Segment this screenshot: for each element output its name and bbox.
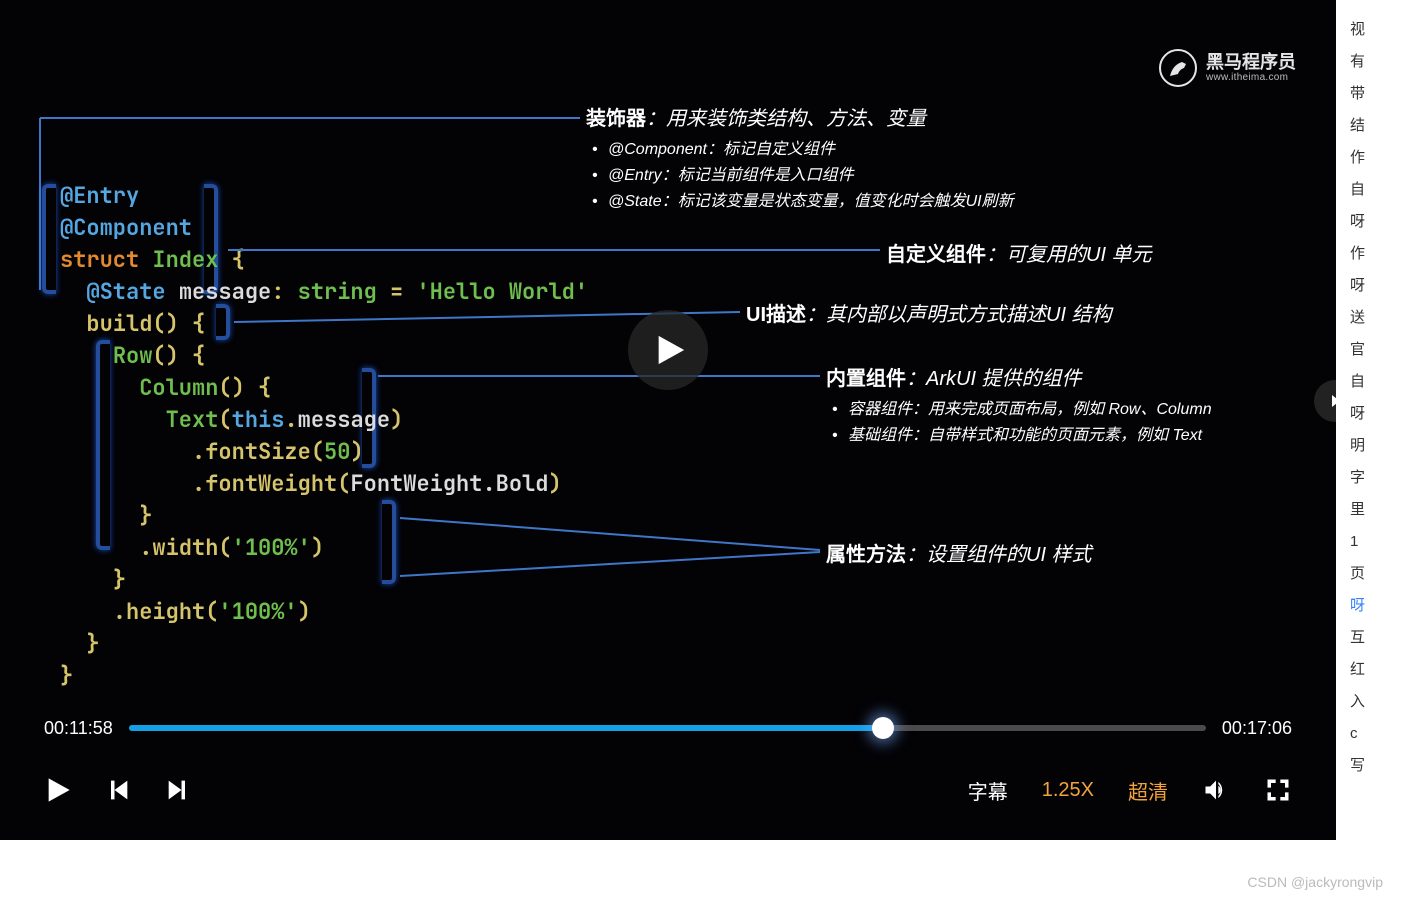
side-text-fragment: 红	[1350, 654, 1413, 686]
volume-button[interactable]	[1202, 776, 1230, 804]
side-text-fragment: 有	[1350, 46, 1413, 78]
skip-prev-icon	[104, 776, 132, 804]
fullscreen-button[interactable]	[1264, 776, 1292, 804]
side-text-fragment: 字	[1350, 462, 1413, 494]
player-controls: 00:11:58 00:17:06	[0, 700, 1336, 840]
side-text-fragment: 明	[1350, 430, 1413, 462]
side-text-fragment: 呀	[1350, 270, 1413, 302]
speed-button[interactable]: 1.25X	[1042, 779, 1094, 802]
brand-logo: 黑马程序员 www.itheima.com	[1158, 48, 1296, 88]
side-text-fragment: 呀	[1350, 398, 1413, 430]
anno-custom: 自定义组件：可复用的UI 单元	[886, 238, 1152, 267]
side-text-fragment: 呀	[1350, 590, 1413, 622]
side-text-fragment: 里	[1350, 494, 1413, 526]
anno-decorator: 装饰器：用来装饰类结构、方法、变量 @Component：标记自定义组件 @En…	[586, 102, 1014, 215]
side-text-fragment: 官	[1350, 334, 1413, 366]
side-text-fragment: 带	[1350, 78, 1413, 110]
logo-en: www.itheima.com	[1206, 72, 1296, 83]
watermark: CSDN @jackyrongvip	[1247, 874, 1383, 890]
bracket-decorators	[42, 184, 56, 294]
side-text-fragment: 入	[1350, 686, 1413, 718]
side-text-fragment: 自	[1350, 366, 1413, 398]
quality-button[interactable]: 超清	[1128, 776, 1168, 805]
play-icon	[653, 333, 687, 367]
progress-knob[interactable]	[872, 717, 894, 739]
side-panel-peek: 视有带结作自呀作呀送官自呀明字里1页呀互红入c写	[1336, 0, 1413, 898]
anno-uidesc: UI描述：其内部以声明式方式描述UI 结构	[746, 298, 1112, 327]
side-text-fragment: 结	[1350, 110, 1413, 142]
side-text-fragment: 页	[1350, 558, 1413, 590]
play-icon	[44, 776, 72, 804]
side-text-fragment: 写	[1350, 750, 1413, 782]
center-play-button[interactable]	[628, 310, 708, 390]
logo-cn: 黑马程序员	[1206, 53, 1296, 73]
side-text-fragment: 呀	[1350, 206, 1413, 238]
play-button[interactable]	[44, 776, 72, 804]
time-current: 00:11:58	[44, 718, 113, 739]
skip-next-icon	[164, 776, 192, 804]
side-text-fragment: 1	[1350, 526, 1413, 558]
code-block: @Entry @Component struct Index { @State …	[60, 180, 588, 692]
time-total: 00:17:06	[1222, 718, 1292, 739]
side-text-fragment: 作	[1350, 142, 1413, 174]
side-text-fragment: 视	[1350, 14, 1413, 46]
fullscreen-icon	[1264, 776, 1292, 804]
side-text-fragment: c	[1350, 718, 1413, 750]
side-text-fragment: 送	[1350, 302, 1413, 334]
next-button[interactable]	[164, 776, 192, 804]
horse-icon	[1158, 48, 1198, 88]
prev-button[interactable]	[104, 776, 132, 804]
video-frame: 黑马程序员 www.itheima.com @Entry @Component …	[0, 0, 1336, 700]
volume-icon	[1202, 776, 1230, 804]
side-text-fragment: 互	[1350, 622, 1413, 654]
side-text-fragment: 作	[1350, 238, 1413, 270]
anno-attr: 属性方法：设置组件的UI 样式	[826, 538, 1092, 567]
anno-builtin: 内置组件：ArkUI 提供的组件 容器组件：用来完成页面布局，例如 Row、Co…	[826, 362, 1212, 449]
progress-fill	[129, 725, 883, 731]
video-player: 黑马程序员 www.itheima.com @Entry @Component …	[0, 0, 1336, 840]
side-text-fragment: 自	[1350, 174, 1413, 206]
subtitle-button[interactable]: 字幕	[968, 776, 1008, 805]
progress-track[interactable]	[129, 725, 1206, 731]
